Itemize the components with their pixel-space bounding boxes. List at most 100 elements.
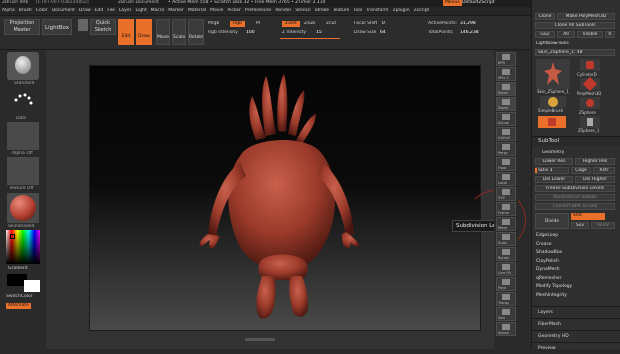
menu-picker[interactable]: Picker xyxy=(227,8,240,14)
shelf-move-button[interactable]: Move xyxy=(496,217,516,231)
menu-stencil[interactable]: Stencil xyxy=(295,8,310,14)
scale-button[interactable]: Scale xyxy=(172,19,186,45)
m-button[interactable]: M xyxy=(256,21,260,27)
goz-all-button[interactable]: All xyxy=(557,31,575,38)
alternate-button[interactable]: Alternate xyxy=(6,303,31,309)
shelf-floor-button[interactable]: Floor xyxy=(496,157,516,171)
rgb-button[interactable]: Rgb xyxy=(230,21,245,27)
sdiv-slider-handle[interactable] xyxy=(535,168,537,173)
subpalette-fibermesh[interactable]: FiberMesh xyxy=(532,318,620,330)
zsub-button[interactable]: Zsub xyxy=(304,21,315,27)
focal-shift-value[interactable]: 0 xyxy=(382,21,385,27)
tool-thumb-zsphere1[interactable] xyxy=(580,116,600,128)
document-viewport[interactable] xyxy=(89,65,481,331)
menu-edit[interactable]: Edit xyxy=(95,8,104,14)
clone-all-subtools-button[interactable]: Clone All SubTools xyxy=(535,22,615,29)
quick-sketch-button[interactable]: Quick Sketch xyxy=(90,19,116,35)
menu-material[interactable]: Material xyxy=(188,8,206,14)
shelf-line-fill-button[interactable]: Line Fill xyxy=(496,262,516,276)
brush-thumbnail[interactable] xyxy=(7,52,39,80)
make-polymesh-button[interactable]: Make PolyMesh3D xyxy=(557,13,615,20)
geometry-header[interactable]: Geometry xyxy=(542,150,564,156)
freeze-subdivision-button[interactable]: Freeze SubDivision Levels xyxy=(535,185,615,192)
subpalette-claypolish[interactable]: ClayPolish xyxy=(536,258,618,267)
zadd-button[interactable]: Zadd xyxy=(282,21,300,27)
menu-preferences[interactable]: Preferences xyxy=(245,8,271,14)
lightbox-button[interactable]: LightBox xyxy=(42,19,72,35)
shelf-rotate-button[interactable]: Rotate xyxy=(496,247,516,261)
shelf-xyz-button[interactable]: XYZ xyxy=(496,187,516,201)
material-thumbnail[interactable] xyxy=(7,193,39,223)
tool-thumb-zsphere[interactable] xyxy=(580,97,600,109)
menu-zplugin[interactable]: Zplugin xyxy=(393,8,410,14)
rotate-button[interactable]: Rotate xyxy=(188,19,204,45)
del-lower-button[interactable]: Del Lower xyxy=(535,176,573,183)
shelf-local-button[interactable]: Local xyxy=(496,172,516,186)
divide-button[interactable]: Divide xyxy=(535,213,569,229)
alpha-thumbnail[interactable] xyxy=(7,122,39,150)
reuv-button[interactable]: ReUV xyxy=(591,222,615,229)
shelf-scale-button[interactable]: Scale xyxy=(496,232,516,246)
menu-macro[interactable]: Macro xyxy=(151,8,165,14)
viewport-scroll-handle[interactable] xyxy=(245,338,275,341)
edit-button[interactable]: Edit xyxy=(118,19,134,45)
menu-stroke[interactable]: Stroke xyxy=(315,8,329,14)
menu-marker[interactable]: Marker xyxy=(168,8,184,14)
shelf-persp-button[interactable]: Persp xyxy=(496,142,516,156)
shelf-frame-button[interactable]: Frame xyxy=(496,202,516,216)
shelf-spix-3-button[interactable]: SPix 3 xyxy=(496,67,516,81)
lower-res-button[interactable]: Lower Res xyxy=(535,158,573,165)
zcut-button[interactable]: Zcut xyxy=(326,21,336,27)
color-picker-cursor-icon[interactable] xyxy=(10,234,15,239)
stroke-thumbnail[interactable] xyxy=(7,88,39,116)
subpalette-meshintegrity[interactable]: MeshIntegrity xyxy=(536,292,618,301)
subpalette-shadowbox[interactable]: ShadowBox xyxy=(536,249,618,258)
gradient-label[interactable]: Gradient xyxy=(8,266,28,272)
zsphere-figure-model[interactable] xyxy=(90,66,482,332)
mrgb-button[interactable]: Mrgb xyxy=(208,21,219,27)
shelf-solo-button[interactable]: Solo xyxy=(496,307,516,321)
menu-color[interactable]: Color xyxy=(36,8,48,14)
draw-button[interactable]: Draw xyxy=(136,19,152,45)
convert-bpr-button[interactable]: Convert BPR To Geo xyxy=(535,203,615,210)
tool-thumb-simplebrush[interactable] xyxy=(540,96,566,108)
menu-layer[interactable]: Layer xyxy=(119,8,132,14)
menu-zscript[interactable]: Zscript xyxy=(414,8,430,14)
menu-document[interactable]: Document xyxy=(52,8,75,14)
subpalette-layers[interactable]: Layers xyxy=(532,306,620,318)
texture-thumbnail[interactable] xyxy=(7,157,39,185)
subpalette-preview[interactable]: Preview xyxy=(532,342,620,354)
subpalette-dynamesh[interactable]: DynaMesh xyxy=(536,266,618,275)
z-intensity-slider[interactable] xyxy=(280,38,340,39)
shelf-actual-button[interactable]: Actual xyxy=(496,112,516,126)
subtool-header[interactable]: SubTool xyxy=(532,136,620,146)
menu-tool[interactable]: Tool xyxy=(353,8,362,14)
menu-transform[interactable]: Transform xyxy=(366,8,388,14)
rgb-intensity-value[interactable]: 100 xyxy=(246,30,255,36)
subpalette-geometry-hd[interactable]: Geometry HD xyxy=(532,330,620,342)
projection-master-button[interactable]: Projection Master xyxy=(4,19,40,35)
secondary-color-swatch[interactable] xyxy=(24,280,40,292)
tool-thumb-zsphere1-selected[interactable] xyxy=(538,116,566,128)
shelf-bpr-button[interactable]: BPR xyxy=(496,52,516,66)
shelf-xpose-button[interactable]: Xpose xyxy=(496,322,516,336)
shelf-polyf-button[interactable]: Polyf xyxy=(496,277,516,291)
del-higher-button[interactable]: Del Higher xyxy=(575,176,615,183)
shelf-scroll-button[interactable]: Scroll xyxy=(496,82,516,96)
suv-toggle[interactable]: Suv xyxy=(571,222,589,229)
subpalette-qremesher[interactable]: qRemesher xyxy=(536,275,618,284)
menu-brush[interactable]: Brush xyxy=(19,8,32,14)
tool-thumb-cylinder[interactable] xyxy=(580,59,600,71)
switch-color-button[interactable]: SwitchColor xyxy=(6,294,33,300)
menu-render[interactable]: Render xyxy=(275,8,291,14)
menus-button[interactable]: Menus xyxy=(443,0,462,6)
r-button[interactable]: R xyxy=(605,31,615,38)
clone-button[interactable]: Clone xyxy=(535,13,555,20)
draw-size-value[interactable]: 64 xyxy=(380,30,386,36)
tool-thumb-polymesh[interactable] xyxy=(580,76,600,92)
cage-button[interactable]: Cage xyxy=(571,167,591,174)
move-button[interactable]: Move xyxy=(156,19,170,45)
smt-toggle[interactable]: Smt xyxy=(571,213,605,220)
menu-alpha[interactable]: Alpha xyxy=(2,8,15,14)
rstr-button[interactable]: Rstr xyxy=(593,167,615,174)
